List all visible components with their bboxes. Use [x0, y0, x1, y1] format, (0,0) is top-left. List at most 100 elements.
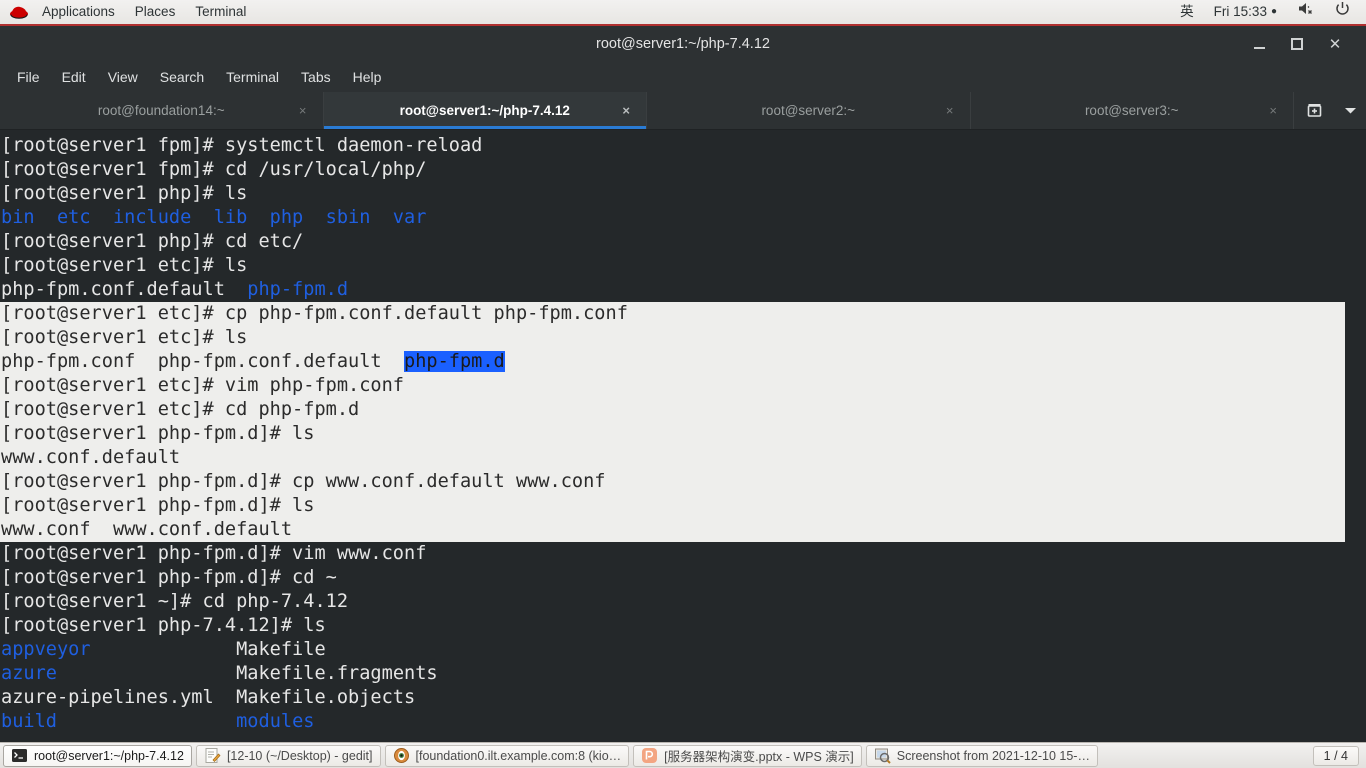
menu-search[interactable]: Search	[149, 65, 215, 89]
terminal-line: [root@server1 ~]# cd php-7.4.12	[0, 590, 1366, 614]
window-controls: ✕	[1240, 29, 1366, 59]
volume-muted-icon[interactable]	[1287, 0, 1325, 24]
terminal-text: [root@server1 php]# ls	[1, 183, 248, 204]
terminal-text: [root@server1 fpm]# systemctl daemon-rel…	[1, 135, 483, 156]
tab-label: root@server1:~/php-7.4.12	[399, 103, 570, 118]
terminal-text: [root@server1 etc]# vim php-fpm.conf	[1, 375, 404, 396]
terminal-line: [root@server1 php-7.4.12]# ls	[0, 614, 1366, 638]
terminal-text: www.conf www.conf.default	[1, 519, 293, 540]
terminal-line: azure-pipelines.yml Makefile.objects	[0, 686, 1366, 710]
terminal-text: modules	[236, 711, 315, 732]
terminal-tab-1[interactable]: root@foundation14:~ ×	[0, 92, 324, 129]
terminal-text: azure-pipelines.yml Makefile.objects	[1, 687, 416, 708]
terminal-window: root@server1:~/php-7.4.12 ✕ File Edit Vi…	[0, 26, 1366, 742]
terminal-line: appveyor Makefile	[0, 638, 1366, 662]
tab-label: root@server2:~	[761, 103, 856, 118]
taskbar-item-5[interactable]: Screenshot from 2021-12-10 15-…	[865, 744, 1098, 767]
terminal-text: [root@server1 etc]# ls	[1, 327, 248, 348]
add-tab-icon[interactable]	[1294, 92, 1334, 129]
terminal-tab-3[interactable]: root@server2:~ ×	[647, 92, 971, 129]
tab-close-icon[interactable]: ×	[622, 103, 630, 118]
terminal-text: Makefile	[90, 639, 326, 660]
menu-terminal[interactable]: Terminal	[185, 0, 256, 24]
terminal-line: [root@server1 etc]# ls	[0, 326, 1366, 350]
taskbar-item-4[interactable]: [服务器架构演变.pptx - WPS 演示]	[633, 744, 862, 767]
terminal-line: [root@server1 etc]# cp php-fpm.conf.defa…	[0, 302, 1366, 326]
terminal-text: www.conf.default	[1, 447, 181, 468]
menu-terminal[interactable]: Terminal	[215, 65, 290, 89]
terminal-icon	[11, 747, 28, 764]
menu-file[interactable]: File	[6, 65, 51, 89]
terminal-line: [root@server1 php-fpm.d]# cd ~	[0, 566, 1366, 590]
terminal-text: [root@server1 ~]# cd php-7.4.12	[1, 591, 349, 612]
power-icon[interactable]	[1325, 0, 1360, 24]
taskbar-item-3[interactable]: [foundation0.ilt.example.com:8 (kio…	[384, 744, 630, 767]
chevron-down-icon[interactable]	[1334, 92, 1366, 129]
tab-close-icon[interactable]: ×	[1269, 103, 1277, 118]
terminal-line: php-fpm.conf php-fpm.conf.default php-fp…	[0, 350, 1366, 374]
terminal-line: [root@server1 php-fpm.d]# vim www.conf	[0, 542, 1366, 566]
terminal-line: [root@server1 php]# ls	[0, 182, 1366, 206]
taskbar-item-label: [foundation0.ilt.example.com:8 (kio…	[415, 748, 622, 763]
terminal-line: [root@server1 php-fpm.d]# cp www.conf.de…	[0, 470, 1366, 494]
terminal-text: php-fpm.conf.default	[1, 279, 248, 300]
menu-tabs[interactable]: Tabs	[290, 65, 342, 89]
terminal-line: www.conf www.conf.default	[0, 518, 1366, 542]
highlighted-text: php-fpm.d	[404, 351, 505, 372]
tab-close-icon[interactable]: ×	[299, 103, 307, 118]
screenshot-icon	[874, 747, 891, 764]
terminal-text: [root@server1 php-fpm.d]# cp www.conf.de…	[1, 471, 606, 492]
taskbar-item-label: [服务器架构演变.pptx - WPS 演示]	[664, 750, 854, 764]
taskbar-item-2[interactable]: [12-10 (~/Desktop) - gedit]	[195, 744, 381, 767]
terminal-output: [root@server1 fpm]# systemctl daemon-rel…	[0, 134, 1366, 734]
terminal-line: www.conf.default	[0, 446, 1366, 470]
tab-label: root@server3:~	[1084, 103, 1179, 118]
terminal-text: [root@server1 fpm]# cd /usr/local/php/	[1, 159, 427, 180]
gedit-icon	[204, 747, 221, 764]
window-list-taskbar: root@server1:~/php-7.4.12 [12-10 (~/Deskt…	[0, 742, 1366, 768]
terminal-text: [root@server1 php-fpm.d]# ls	[1, 495, 315, 516]
terminal-text: [root@server1 etc]# cd php-fpm.d	[1, 399, 360, 420]
terminal-line: [root@server1 php-fpm.d]# ls	[0, 494, 1366, 518]
wps-presentation-icon	[641, 747, 658, 764]
terminal-line: bin etc include lib php sbin var	[0, 206, 1366, 230]
taskbar-item-1[interactable]: root@server1:~/php-7.4.12	[3, 744, 192, 767]
terminal-text: php-fpm.conf php-fpm.conf.default	[1, 351, 404, 372]
taskbar-item-label: root@server1:~/php-7.4.12	[34, 748, 184, 763]
window-title: root@server1:~/php-7.4.12	[596, 35, 770, 52]
input-method-indicator[interactable]: 英	[1170, 0, 1204, 24]
menu-edit[interactable]: Edit	[51, 65, 97, 89]
menu-help[interactable]: Help	[342, 65, 393, 89]
terminal-text: Makefile.fragments	[56, 663, 438, 684]
terminal-screen[interactable]: [root@server1 fpm]# systemctl daemon-rel…	[0, 130, 1366, 742]
terminal-text: php-fpm.d	[247, 279, 349, 300]
terminal-line: [root@server1 fpm]# systemctl daemon-rel…	[0, 134, 1366, 158]
terminal-text: appveyor	[1, 639, 91, 660]
menu-applications[interactable]: Applications	[32, 0, 125, 24]
maximize-button[interactable]	[1278, 29, 1316, 59]
terminal-line: php-fpm.conf.default php-fpm.d	[0, 278, 1366, 302]
terminal-tab-4[interactable]: root@server3:~ ×	[971, 92, 1294, 129]
clock[interactable]: Fri 15:33 ●	[1204, 0, 1287, 24]
tab-close-icon[interactable]: ×	[946, 103, 954, 118]
terminal-text: [root@server1 php-fpm.d]# ls	[1, 423, 315, 444]
menu-view[interactable]: View	[97, 65, 149, 89]
terminal-text: [root@server1 php-fpm.d]# vim www.conf	[1, 543, 427, 564]
top-panel-status-area: 英 Fri 15:33 ●	[1170, 0, 1366, 24]
taskbar-item-label: Screenshot from 2021-12-10 15-…	[896, 748, 1090, 763]
gnome-top-panel: Applications Places Terminal 英 Fri 15:33…	[0, 0, 1366, 26]
tab-label: root@foundation14:~	[97, 103, 225, 118]
terminal-tab-2[interactable]: root@server1:~/php-7.4.12 ×	[323, 92, 647, 129]
terminal-text: [root@server1 php-fpm.d]# cd ~	[1, 567, 337, 588]
close-button[interactable]: ✕	[1316, 29, 1354, 59]
terminal-line: build modules	[0, 710, 1366, 734]
menu-places[interactable]: Places	[125, 0, 186, 24]
workspace-switcher[interactable]: 1 / 4	[1312, 745, 1359, 766]
terminal-text: [root@server1 php]# cd etc/	[1, 231, 304, 252]
window-titlebar: root@server1:~/php-7.4.12 ✕	[0, 26, 1366, 62]
terminal-line: [root@server1 php-fpm.d]# ls	[0, 422, 1366, 446]
minimize-button[interactable]	[1240, 29, 1278, 59]
remote-viewer-icon	[393, 747, 410, 764]
menubar: File Edit View Search Terminal Tabs Help	[0, 62, 1366, 92]
